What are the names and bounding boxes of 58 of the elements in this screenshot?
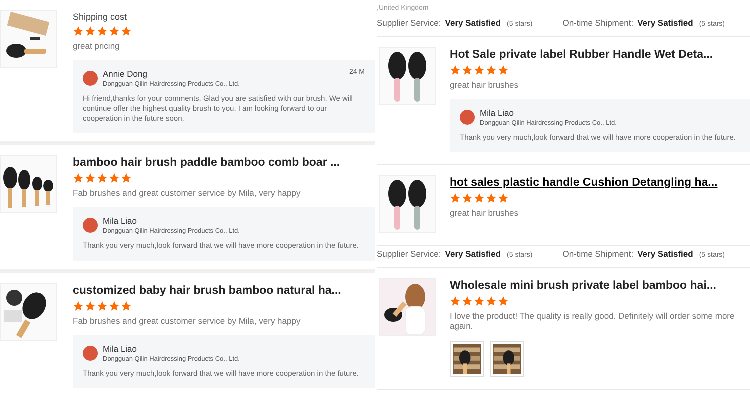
star-icon [73, 300, 84, 312]
review-comment: I love the product! The quality is really good. Definitely will order some more again. [450, 311, 736, 332]
star-icon [121, 173, 132, 184]
avatar [83, 346, 98, 360]
product-title: Shipping cost [73, 12, 128, 22]
review-comment: great hair brushes [450, 208, 520, 218]
rating-label: On-time Shipment: [562, 18, 634, 28]
star-icon [450, 193, 461, 204]
avatar [83, 71, 98, 86]
product-link[interactable]: Wholesale mini brush private label bamboo hai... [450, 280, 750, 292]
star-icon [109, 300, 120, 312]
star-icon [85, 300, 96, 312]
star-icon [462, 65, 473, 76]
star-icon [85, 173, 96, 184]
product-link[interactable]: customized baby hair brush bamboo natural ha... [73, 284, 375, 296]
rating-value: Very Satisfied [445, 18, 502, 28]
star-icon [498, 193, 509, 204]
star-icon [462, 193, 473, 204]
star-icon [474, 296, 485, 308]
star-icon [474, 65, 485, 76]
avatar [460, 110, 475, 125]
star-icon [85, 26, 96, 37]
avatar [83, 218, 98, 234]
star-icon [97, 26, 108, 37]
star-icon [498, 65, 509, 76]
product-link[interactable]: Hot Sale private label Rubber Handle Wet Deta... [450, 49, 750, 61]
star-icon [462, 296, 473, 308]
rating-label: On-time Shipment: [562, 249, 634, 260]
star-icon [450, 296, 461, 308]
star-icon [109, 173, 120, 184]
review-comment: great hair brushes [450, 80, 520, 90]
star-icon [486, 296, 497, 308]
star-icon [450, 65, 461, 76]
rating-label: Supplier Service: [377, 249, 442, 260]
product-link[interactable]: bamboo hair brush paddle bamboo comb boar ... [73, 157, 375, 170]
review-comment: Fab brushes and great customer service by Mila, very happy [73, 188, 302, 198]
replier-name: Mila Liao [103, 216, 138, 226]
rating-value: Very Satisfied [638, 18, 694, 28]
star-icon [121, 300, 132, 312]
replier-name: Mila Liao [103, 344, 138, 354]
star-icon [474, 193, 485, 204]
replier-name: Mila Liao [480, 108, 516, 118]
product-link[interactable]: hot sales plastic handle Cushion Detangling ha... [450, 177, 750, 190]
rating-label: Supplier Service: [377, 18, 442, 28]
review-comment: Fab brushes and great customer service by Mila, very happy [73, 316, 302, 326]
star-icon [97, 173, 108, 184]
star-icon [486, 65, 497, 76]
review-comment: great pricing [73, 41, 121, 51]
star-icon [73, 26, 84, 37]
star-icon [486, 193, 497, 204]
star-icon [97, 300, 108, 312]
star-icon [498, 296, 509, 308]
star-icon [109, 26, 120, 37]
star-icon [121, 26, 132, 37]
star-icon [73, 173, 84, 184]
rating-value: Very Satisfied [638, 249, 694, 260]
replier-name: Annie Dong [103, 69, 148, 79]
rating-value: Very Satisfied [445, 249, 502, 260]
